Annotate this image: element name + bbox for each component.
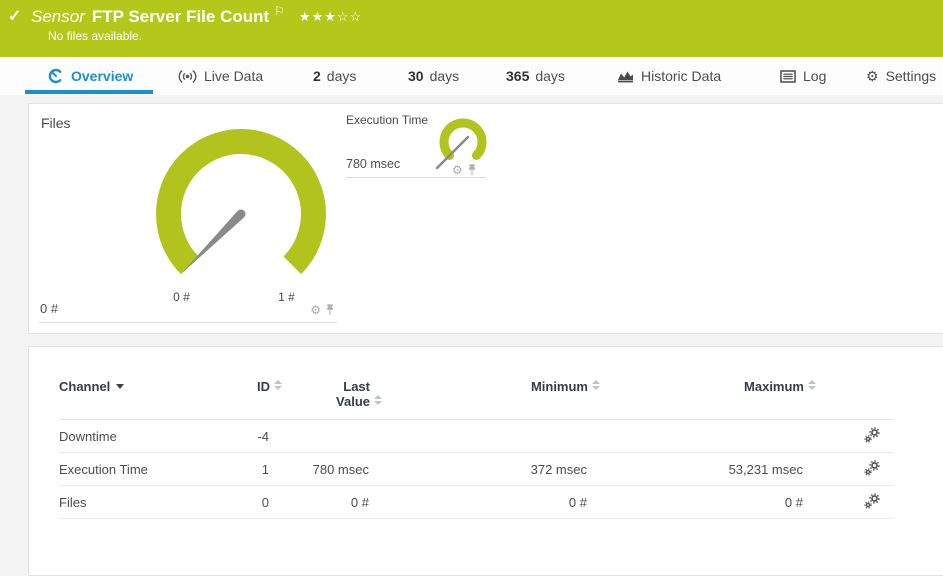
channel-settings-gears-icon[interactable]	[864, 427, 880, 443]
star-empty-icons[interactable]: ☆☆	[337, 9, 362, 24]
tab-30-days-unit: days	[430, 68, 460, 84]
files-gauge-widget: Files 0 # 1 # 0 # ⚙	[39, 109, 337, 323]
channel-name: Execution Time	[59, 453, 234, 486]
tab-365-days-unit: days	[535, 68, 565, 84]
column-header-maximum-label: Maximum	[744, 379, 804, 394]
pin-icon[interactable]	[467, 164, 477, 176]
column-header-id-label: ID	[257, 379, 270, 394]
channel-minimum	[382, 420, 600, 453]
gear-icon: ⚙	[866, 68, 879, 85]
tab-log[interactable]: Log	[780, 57, 826, 95]
tab-365-days-number: 365	[506, 68, 529, 84]
execution-time-gauge-title: Execution Time	[346, 113, 428, 127]
column-header-channel[interactable]: Channel	[59, 375, 234, 420]
sensor-status-header: ✓ Sensor FTP Server File Count ⚐ ★★★☆☆ No f…	[0, 0, 943, 57]
table-header-row: Channel ID Last Value Minimum Maximum	[59, 375, 894, 420]
object-kind-label: Sensor	[31, 7, 85, 26]
channel-last-value: 0 #	[282, 486, 382, 519]
channel-minimum: 372 msec	[382, 453, 600, 486]
tab-bar: Overview Live Data 2 days 30 days 365 da…	[0, 57, 943, 95]
column-header-maximum[interactable]: Maximum	[600, 375, 816, 420]
channel-last-value	[282, 420, 382, 453]
tab-30-days-number: 30	[408, 68, 424, 84]
sensor-status-message: No files available.	[48, 29, 142, 43]
priority-stars[interactable]: ★★★☆☆	[299, 9, 362, 24]
tab-historic-data-label: Historic Data	[641, 68, 721, 84]
log-icon	[780, 70, 796, 83]
channel-name: Files	[59, 486, 234, 519]
channel-id: -4	[234, 420, 282, 453]
pin-icon[interactable]	[325, 304, 335, 316]
channel-last-value: 780 msec	[282, 453, 382, 486]
column-header-minimum[interactable]: Minimum	[382, 375, 600, 420]
execution-time-current-value: 780 msec	[346, 157, 400, 171]
historic-data-icon	[617, 69, 634, 83]
tab-log-label: Log	[803, 68, 826, 84]
sort-desc-icon	[116, 384, 124, 389]
files-gauge-max-label: 1 #	[264, 290, 309, 304]
tab-2-days-number: 2	[313, 68, 321, 84]
page-title: FTP Server File Count	[92, 7, 269, 26]
gear-icon[interactable]: ⚙	[452, 164, 463, 176]
table-row-downtime: Downtime -4	[59, 420, 894, 453]
table-row-execution-time: Execution Time 1 780 msec 372 msec 53,23…	[59, 453, 894, 486]
star-filled-icons[interactable]: ★★★	[299, 9, 337, 24]
column-header-id[interactable]: ID	[234, 375, 282, 420]
channels-table: Channel ID Last Value Minimum Maximum	[59, 375, 894, 519]
status-up-check-icon: ✓	[8, 6, 21, 26]
channel-name: Downtime	[59, 420, 234, 453]
files-gauge	[146, 127, 336, 305]
execution-time-gauge-widget: Execution Time 780 msec ⚙	[346, 111, 486, 178]
tab-2-days[interactable]: 2 days	[313, 57, 356, 95]
channel-maximum	[600, 420, 816, 453]
channel-id: 0	[234, 486, 282, 519]
channel-settings-gears-icon[interactable]	[864, 493, 880, 509]
sort-icon	[374, 395, 382, 405]
channel-maximum: 0 #	[600, 486, 816, 519]
channels-panel: Channel ID Last Value Minimum Maximum	[28, 346, 943, 576]
tab-overview-label: Overview	[71, 68, 133, 84]
gauges-panel: Files 0 # 1 # 0 # ⚙ Execution Time	[28, 103, 943, 334]
channel-minimum: 0 #	[382, 486, 600, 519]
tab-historic-data[interactable]: Historic Data	[617, 57, 721, 95]
sort-icon	[808, 380, 816, 390]
table-row-files: Files 0 0 # 0 # 0 #	[59, 486, 894, 519]
column-header-last-value-label: Last Value	[324, 379, 370, 409]
channel-maximum: 53,231 msec	[600, 453, 816, 486]
tab-live-data-label: Live Data	[204, 68, 263, 84]
column-header-minimum-label: Minimum	[531, 379, 588, 394]
tab-365-days[interactable]: 365 days	[506, 57, 565, 95]
files-current-value: 0 #	[40, 301, 58, 316]
active-tab-underline	[25, 90, 153, 94]
tab-2-days-unit: days	[327, 68, 357, 84]
gauge-icon	[48, 68, 64, 84]
sort-icon	[274, 380, 282, 390]
files-gauge-title: Files	[41, 115, 71, 131]
channel-id: 1	[234, 453, 282, 486]
sort-icon	[592, 380, 600, 390]
flag-icon[interactable]: ⚐	[274, 4, 285, 18]
tab-settings-label: Settings	[886, 68, 937, 84]
live-data-icon	[178, 69, 197, 84]
column-header-channel-label: Channel	[59, 379, 110, 394]
tab-settings[interactable]: ⚙ Settings	[866, 57, 936, 95]
channel-settings-gears-icon[interactable]	[864, 460, 880, 476]
column-header-last-value[interactable]: Last Value	[282, 375, 382, 420]
column-header-actions	[816, 375, 894, 420]
files-gauge-min-label: 0 #	[159, 290, 204, 304]
tab-live-data[interactable]: Live Data	[178, 57, 263, 95]
gear-icon[interactable]: ⚙	[310, 304, 321, 316]
tab-30-days[interactable]: 30 days	[408, 57, 459, 95]
